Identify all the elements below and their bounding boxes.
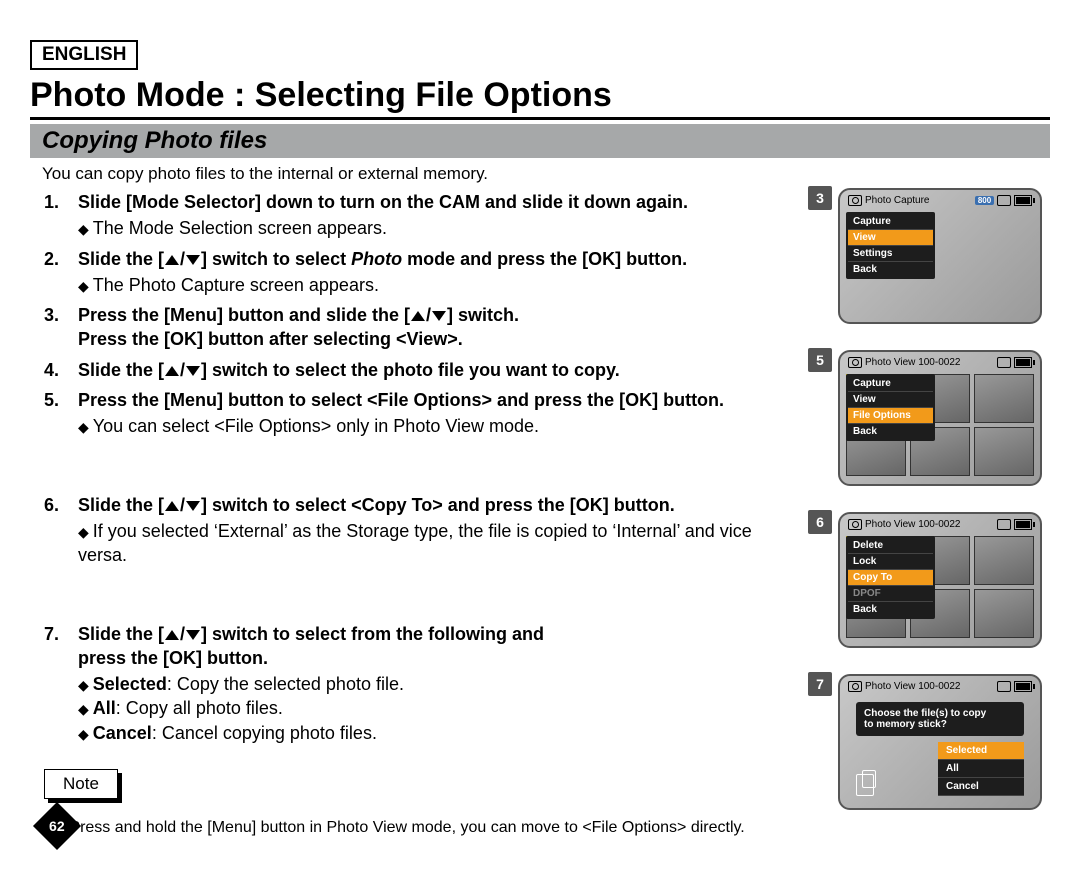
- copy-prompt: Choose the file(s) to copy to memory sti…: [856, 702, 1024, 736]
- battery-icon: [1014, 357, 1032, 368]
- note-label-box: Note: [44, 769, 118, 799]
- option-cancel[interactable]: Cancel: [938, 778, 1024, 796]
- camera-icon: [848, 357, 862, 368]
- triangle-down-icon: [186, 630, 200, 640]
- menu-dpof: DPOF: [848, 586, 933, 602]
- screen-6: 6 Photo View 100-0022 Delete Lock: [838, 512, 1030, 648]
- screen-number-badge: 7: [808, 672, 832, 696]
- manual-page: ENGLISH Photo Mode : Selecting File Opti…: [30, 0, 1050, 857]
- step-number: 5.: [44, 388, 78, 412]
- menu-back[interactable]: Back: [848, 424, 933, 439]
- screen-number-badge: 5: [808, 348, 832, 372]
- step-number: 6.: [44, 493, 78, 517]
- screen-header: Photo Capture 800: [848, 195, 1032, 206]
- menu-view[interactable]: View: [848, 230, 933, 246]
- menu-capture[interactable]: Capture: [848, 214, 933, 230]
- menu-copy-to[interactable]: Copy To: [848, 570, 933, 586]
- thumbnail-3[interactable]: [974, 374, 1034, 423]
- thumbnail-6[interactable]: [974, 589, 1034, 638]
- menu-lock[interactable]: Lock: [848, 554, 933, 570]
- screen-number-badge: 3: [808, 186, 832, 210]
- triangle-up-icon: [165, 630, 179, 640]
- menu-capture[interactable]: Capture: [848, 376, 933, 392]
- page-number-badge: 62: [33, 802, 81, 850]
- camera-icon: [848, 681, 862, 692]
- screen-number-badge: 6: [808, 510, 832, 534]
- thumbnail-6[interactable]: [974, 427, 1034, 476]
- menu-back[interactable]: Back: [848, 262, 933, 277]
- page-title: Photo Mode : Selecting File Options: [30, 76, 1050, 120]
- battery-icon: [1014, 681, 1032, 692]
- camera-icon: [848, 195, 862, 206]
- option-selected[interactable]: Selected: [938, 742, 1024, 760]
- option-all[interactable]: All: [938, 760, 1024, 778]
- screen-header: Photo View 100-0022: [848, 357, 1032, 368]
- step-number: 1.: [44, 190, 78, 214]
- triangle-up-icon: [165, 366, 179, 376]
- screen-3-menu: Capture View Settings Back: [846, 212, 935, 279]
- copy-icon: [856, 774, 874, 796]
- screen-header: Photo View 100-0022: [848, 519, 1032, 530]
- screen-6-menu: Delete Lock Copy To DPOF Back: [846, 536, 935, 619]
- battery-icon: [1014, 519, 1032, 530]
- memory-icon: [997, 195, 1011, 206]
- memory-icon: [997, 681, 1011, 692]
- triangle-down-icon: [186, 366, 200, 376]
- step-number: 7.: [44, 622, 78, 646]
- menu-delete[interactable]: Delete: [848, 538, 933, 554]
- language-label: ENGLISH: [30, 40, 138, 70]
- screen-3: 3 Photo Capture 800 Capture View Setting…: [838, 188, 1030, 324]
- step-number: 3.: [44, 303, 78, 327]
- menu-back[interactable]: Back: [848, 602, 933, 617]
- screen-5-menu: Capture View File Options Back: [846, 374, 935, 441]
- screen-5: 5 Photo View 100-0022 Capture Vi: [838, 350, 1030, 486]
- triangle-up-icon: [411, 311, 425, 321]
- battery-icon: [1014, 195, 1032, 206]
- menu-file-options[interactable]: File Options: [848, 408, 933, 424]
- resolution-badge: 800: [975, 196, 994, 205]
- intro-text: You can copy photo files to the internal…: [42, 164, 1050, 184]
- copy-options: Selected All Cancel: [938, 742, 1024, 796]
- memory-icon: [997, 519, 1011, 530]
- triangle-up-icon: [165, 255, 179, 265]
- screen-7: 7 Photo View 100-0022 Choose the file(s)…: [838, 674, 1030, 810]
- memory-icon: [997, 357, 1011, 368]
- triangle-down-icon: [186, 501, 200, 511]
- triangle-down-icon: [432, 311, 446, 321]
- step-number: 2.: [44, 247, 78, 271]
- triangle-up-icon: [165, 501, 179, 511]
- step-number: 4.: [44, 358, 78, 382]
- menu-view[interactable]: View: [848, 392, 933, 408]
- menu-settings[interactable]: Settings: [848, 246, 933, 262]
- section-title: Copying Photo files: [30, 124, 1050, 158]
- triangle-down-icon: [186, 255, 200, 265]
- camera-icon: [848, 519, 862, 530]
- device-screenshots: 3 Photo Capture 800 Capture View Setting…: [808, 188, 1030, 836]
- thumbnail-3[interactable]: [974, 536, 1034, 585]
- screen-header: Photo View 100-0022: [848, 681, 1032, 692]
